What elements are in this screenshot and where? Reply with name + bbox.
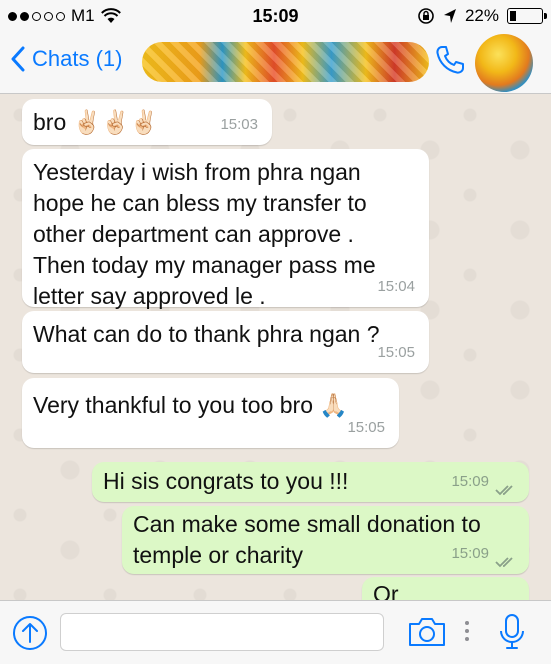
delivered-ticks-icon	[495, 557, 513, 568]
call-button[interactable]	[434, 44, 466, 81]
message-text: Yesterday i wish from phra ngan hope he …	[33, 159, 376, 309]
rotation-lock-icon	[418, 8, 434, 24]
camera-button[interactable]	[408, 617, 446, 652]
back-button[interactable]: Chats (1)	[10, 46, 122, 72]
battery-icon	[507, 8, 547, 24]
status-bar: M1 15:09 22%	[0, 0, 551, 32]
outgoing-message[interactable]: Hi sis congrats to you !!! 15:09	[92, 462, 529, 502]
chevron-left-icon	[11, 46, 25, 72]
message-text: Or	[373, 581, 399, 600]
contact-avatar[interactable]	[475, 34, 533, 92]
chat-header: Chats (1)	[0, 32, 551, 94]
back-label: Chats (1)	[32, 46, 123, 71]
message-time: 15:05	[347, 419, 385, 436]
message-text: bro ✌🏻✌🏻✌🏻	[33, 109, 159, 135]
incoming-message[interactable]: What can do to thank phra ngan ? 15:05	[22, 311, 429, 373]
voice-message-button[interactable]	[499, 613, 525, 656]
incoming-message[interactable]: Yesterday i wish from phra ngan hope he …	[22, 149, 429, 309]
outgoing-message[interactable]: Or	[362, 577, 529, 600]
status-right: 22%	[417, 6, 547, 26]
microphone-icon	[500, 614, 524, 649]
message-list[interactable]: bro ✌🏻✌🏻✌🏻 15:03 Yesterday i wish from p…	[0, 95, 551, 600]
location-icon	[443, 9, 456, 23]
message-time: 15:04	[377, 278, 415, 295]
camera-icon	[409, 618, 445, 646]
incoming-message[interactable]: bro ✌🏻✌🏻✌🏻 15:03	[22, 99, 272, 145]
incoming-message[interactable]: Very thankful to you too bro 🙏🏻 15:05	[22, 378, 399, 448]
message-input[interactable]	[60, 613, 384, 651]
outgoing-message[interactable]: Can make some small donation to temple o…	[122, 506, 529, 574]
message-text: Very thankful to you too bro 🙏🏻	[33, 392, 349, 418]
message-time: 15:05	[377, 344, 415, 361]
phone-icon	[436, 46, 464, 74]
arrow-up-circle-icon	[13, 616, 47, 650]
message-time: 15:09	[451, 473, 489, 490]
message-time: 15:03	[220, 116, 258, 133]
contact-name-image[interactable]	[142, 42, 429, 82]
message-text: Can make some small donation to temple o…	[133, 511, 481, 568]
vertical-dots-icon	[465, 621, 469, 641]
message-text: Hi sis congrats to you !!!	[103, 468, 349, 494]
battery-percent: 22%	[464, 6, 499, 25]
delivered-ticks-icon	[495, 485, 513, 496]
more-options-button[interactable]	[463, 619, 471, 648]
message-text: What can do to thank phra ngan ?	[33, 321, 380, 347]
message-time: 15:09	[451, 545, 489, 562]
message-input-bar	[0, 600, 551, 664]
attach-button[interactable]	[12, 615, 48, 656]
